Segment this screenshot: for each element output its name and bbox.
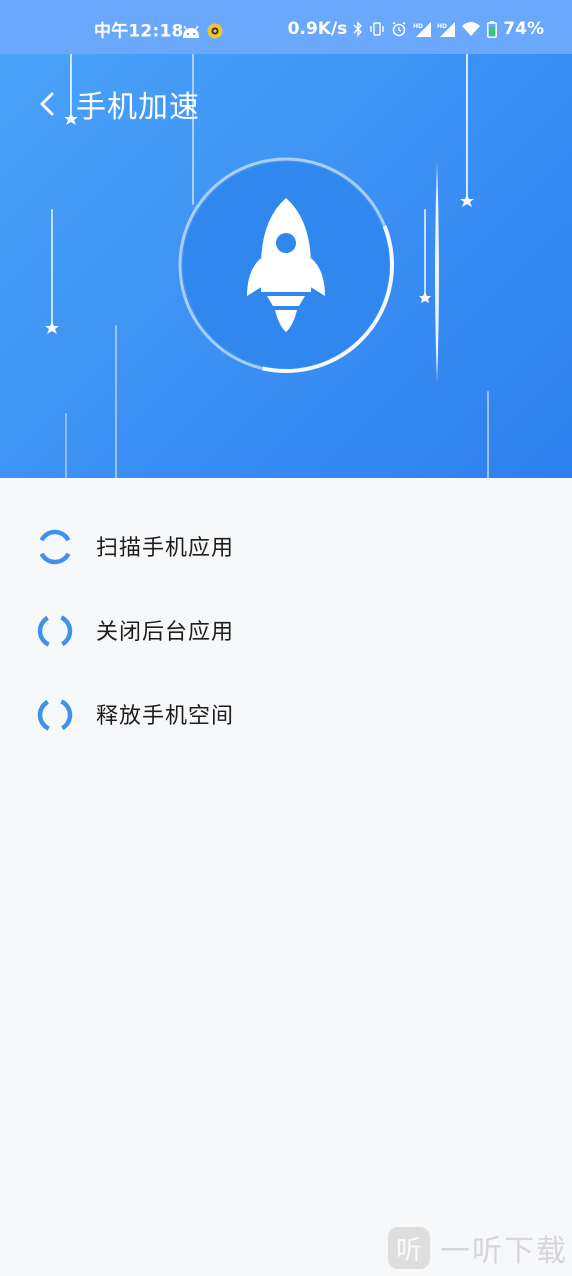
alarm-icon <box>392 21 406 37</box>
rocket-disc <box>183 162 389 368</box>
battery-percent: 74% <box>503 19 544 39</box>
hero-banner: 手机加速 <box>0 54 572 478</box>
notification-icon <box>207 23 223 39</box>
battery-icon <box>487 20 498 38</box>
watermark: 听 一听下载 <box>388 1226 568 1270</box>
status-time: 中午12:18 <box>94 21 184 42</box>
vibrate-icon <box>370 22 384 36</box>
task-row-free-space: 释放手机空间 <box>0 684 572 744</box>
page-title: 手机加速 <box>76 90 200 125</box>
task-label: 扫描手机应用 <box>96 536 235 561</box>
status-right-group: 0.9K/s HD HD 74% <box>288 19 544 39</box>
bluetooth-icon <box>353 21 363 37</box>
task-label: 释放手机空间 <box>96 704 235 729</box>
watermark-text: 一听下载 <box>440 1234 568 1269</box>
loading-spinner-icon <box>37 529 73 565</box>
task-row-scan-apps: 扫描手机应用 <box>0 516 572 576</box>
wifi-icon <box>462 22 481 36</box>
status-bar: 中午12:18 0.9K/s HD HD 74% <box>0 0 572 54</box>
hd-signal-icon: HD <box>413 22 432 37</box>
rocket-icon <box>247 198 325 332</box>
network-speed: 0.9K/s <box>287 19 348 39</box>
svg-text:HD: HD <box>413 23 423 30</box>
task-label: 关闭后台应用 <box>96 620 235 645</box>
chevron-left-icon[interactable] <box>36 86 60 122</box>
android-icon <box>183 25 199 38</box>
hd-signal-icon-2: HD <box>437 22 456 37</box>
task-row-close-background: 关闭后台应用 <box>0 600 572 660</box>
loading-spinner-icon <box>37 697 73 733</box>
svg-text:HD: HD <box>437 23 447 30</box>
loading-spinner-icon <box>37 613 73 649</box>
watermark-badge: 听 <box>388 1227 430 1269</box>
